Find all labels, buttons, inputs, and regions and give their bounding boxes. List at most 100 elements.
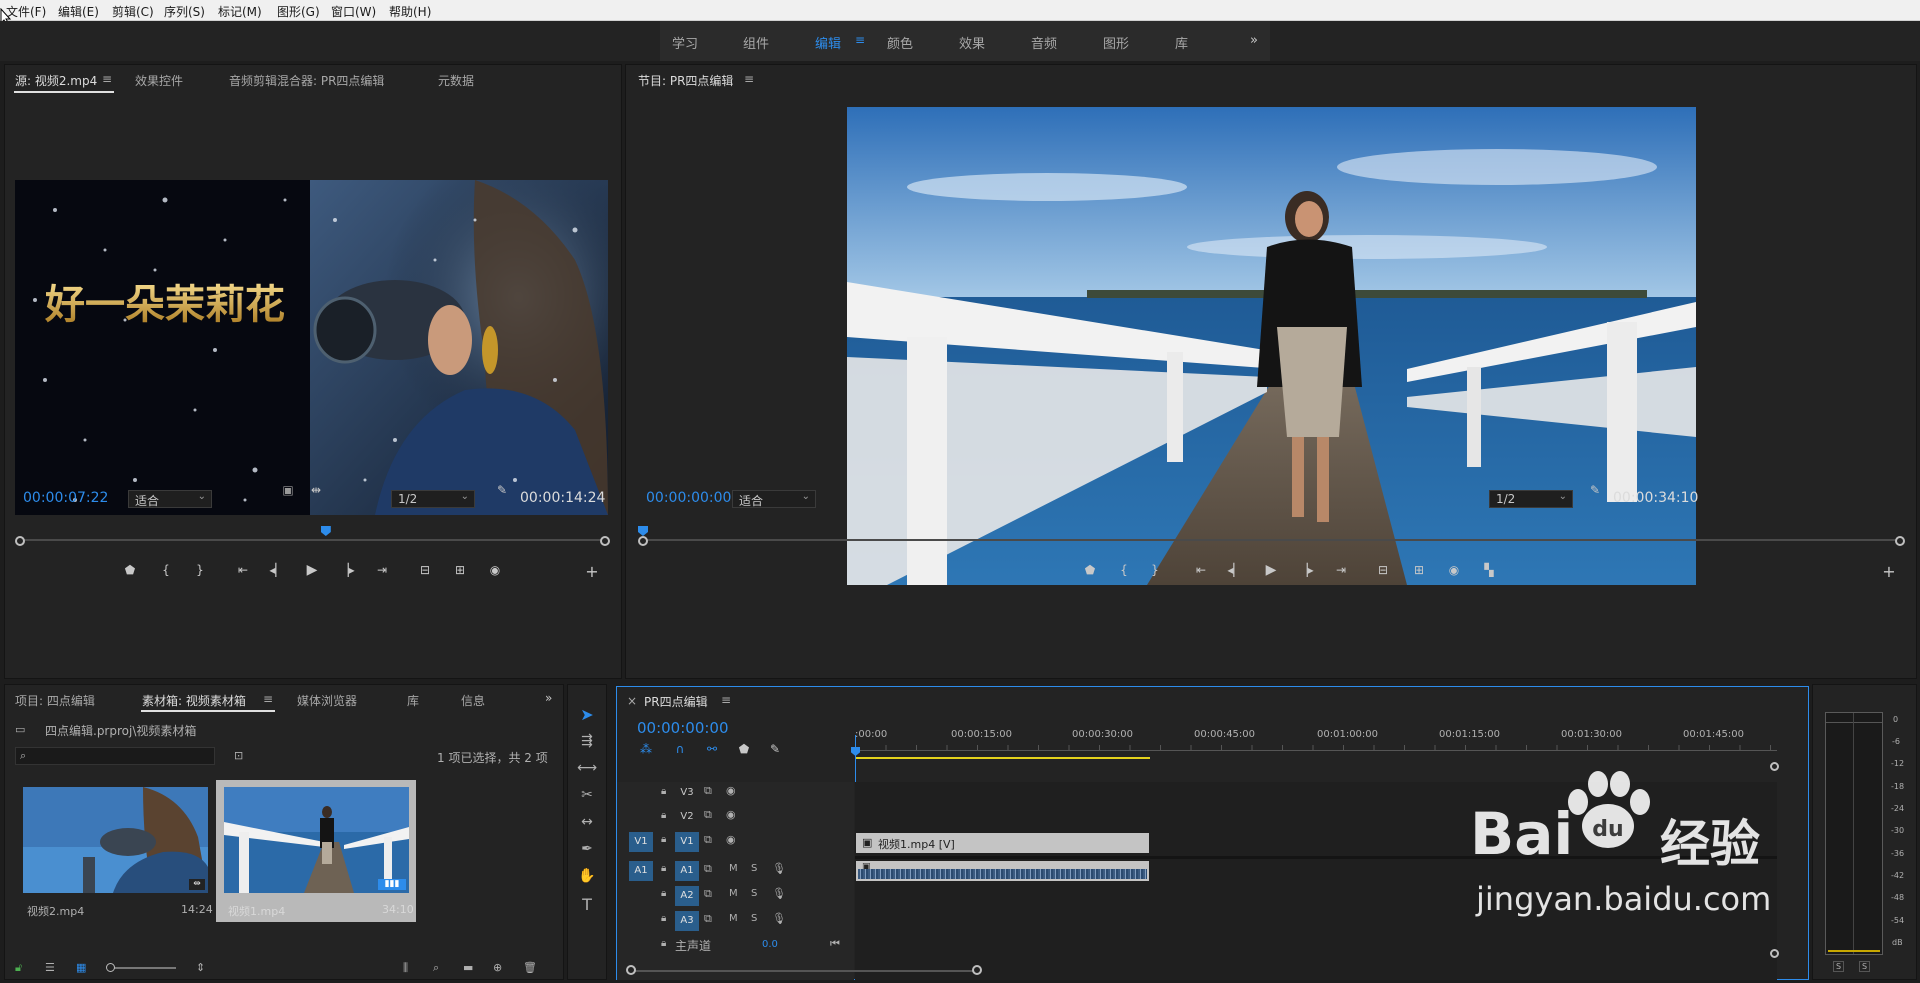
ripple-edit-tool-icon[interactable]: ⟷	[575, 760, 599, 776]
tab-libraries[interactable]: 库	[407, 692, 419, 709]
workspace-libraries[interactable]: 库	[1175, 33, 1188, 52]
source-go-to-in-icon[interactable]: ⇤	[234, 563, 252, 577]
solo-button[interactable]: S	[751, 888, 757, 899]
program-extract-icon[interactable]: ⊞	[1410, 563, 1428, 577]
automate-to-sequence-icon[interactable]: ⫼	[403, 961, 408, 975]
eye-icon[interactable]: ◉	[726, 784, 736, 797]
new-search-bin-icon[interactable]: ⊡	[234, 749, 243, 762]
source-overwrite-icon[interactable]: ⊞	[451, 563, 469, 577]
sort-icons-icon[interactable]: ⇕	[196, 961, 205, 974]
source-insert-type-icon[interactable]: ⇹	[307, 483, 325, 497]
source-timecode-current[interactable]: 00:00:07:22	[23, 490, 108, 506]
timeline-playhead[interactable]	[851, 747, 860, 756]
new-bin-icon[interactable]: ▬	[463, 961, 473, 974]
thumbnail-size-slider[interactable]	[108, 967, 176, 969]
track-target-a2[interactable]: A2	[675, 886, 699, 906]
source-settings-wrench-icon[interactable]: ✎	[493, 483, 511, 497]
source-drop-frame-icon[interactable]: ▣	[279, 483, 297, 497]
horizontal-scrollbar[interactable]	[631, 970, 976, 972]
source-mark-out-icon[interactable]: }	[191, 563, 209, 577]
workspace-color[interactable]: 颜色	[887, 33, 913, 52]
program-step-back-icon[interactable]: ◂▏	[1226, 563, 1244, 577]
timeline-settings-wrench-icon[interactable]: ✎	[766, 742, 784, 756]
new-item-icon[interactable]: ⊕	[493, 961, 502, 974]
lock-icon[interactable]: 🔒︎	[661, 938, 666, 949]
razor-tool-icon[interactable]: ✂	[575, 787, 599, 803]
audio-clip[interactable]: ▣	[856, 861, 1150, 881]
source-step-forward-icon[interactable]: ▕▸	[338, 563, 356, 577]
snap-icon[interactable]: ∩	[671, 742, 689, 756]
timeline-close-icon[interactable]: ×	[627, 694, 637, 708]
workspace-assembly[interactable]: 组件	[743, 33, 769, 52]
source-panel-menu-icon[interactable]: ≡	[102, 72, 112, 86]
program-panel-menu-icon[interactable]: ≡	[744, 72, 754, 86]
mute-button[interactable]: M	[729, 863, 738, 874]
sync-lock-icon[interactable]: ⧉	[704, 784, 712, 798]
hand-tool-icon[interactable]: ✋	[575, 868, 599, 884]
solo-right-button[interactable]: S	[1859, 961, 1871, 972]
program-button-editor-icon[interactable]: +	[1880, 562, 1898, 581]
program-timecode-current[interactable]: 00:00:00:00	[646, 490, 731, 506]
source-patch-a1[interactable]: A1	[629, 861, 653, 881]
find-icon[interactable]: ⌕	[433, 961, 439, 975]
program-playhead[interactable]	[638, 526, 648, 536]
source-zoom-handle-left[interactable]	[15, 536, 25, 546]
program-go-to-out-icon[interactable]: ⇥	[1332, 563, 1350, 577]
program-step-forward-icon[interactable]: ▕▸	[1297, 563, 1315, 577]
lock-icon[interactable]: 🔒︎	[661, 786, 666, 797]
tab-sequence[interactable]: PR四点编辑	[644, 693, 708, 710]
menu-graphics[interactable]: 图形(G)	[277, 3, 320, 20]
program-resolution-select[interactable]: 1/2 ⌄	[1489, 490, 1573, 508]
track-target-v1[interactable]: V1	[675, 832, 699, 852]
menu-file[interactable]: 文件(F)	[6, 3, 46, 20]
write-lock-icon[interactable]: 🔓︎	[15, 961, 22, 975]
horizontal-scroll-handle-left[interactable]	[626, 965, 636, 975]
menu-marker[interactable]: 标记(M)	[218, 3, 262, 20]
video-clip[interactable]: ▣ 视频1.mp4 [V]	[856, 833, 1150, 853]
workspace-editing[interactable]: 编辑	[815, 33, 841, 52]
sync-lock-icon[interactable]: ⧉	[704, 887, 712, 901]
work-area-bar[interactable]	[855, 757, 1151, 759]
vertical-scroll-handle-bottom[interactable]	[1770, 949, 1779, 958]
voice-over-mic-icon[interactable]: 🎙︎	[772, 887, 786, 900]
source-insert-icon[interactable]: ⊟	[416, 563, 434, 577]
tab-effect-controls[interactable]: 效果控件	[135, 72, 183, 89]
source-resolution-select[interactable]: 1/2 ⌄	[391, 490, 475, 508]
menu-edit[interactable]: 编辑(E)	[58, 3, 99, 20]
tab-project[interactable]: 项目: 四点编辑	[15, 692, 95, 709]
type-tool-icon[interactable]: T	[575, 895, 599, 914]
mute-button[interactable]: M	[729, 888, 738, 899]
tab-metadata[interactable]: 元数据	[438, 72, 474, 89]
program-play-icon[interactable]: ▶	[1262, 562, 1280, 578]
solo-button[interactable]: S	[751, 863, 757, 874]
sync-lock-icon[interactable]: ⧉	[704, 833, 712, 847]
eye-icon[interactable]: ◉	[726, 833, 736, 846]
timeline-menu-icon[interactable]: ≡	[721, 693, 731, 707]
slip-tool-icon[interactable]: ↔	[575, 814, 599, 830]
program-compare-icon[interactable]: ▚	[1480, 563, 1498, 577]
source-add-marker-icon[interactable]: ⬟	[121, 563, 139, 577]
source-step-back-icon[interactable]: ◂▏	[268, 563, 286, 577]
program-fit-select[interactable]: 适合 ⌄	[732, 490, 816, 508]
source-playhead[interactable]	[320, 526, 331, 536]
menu-window[interactable]: 窗口(W)	[331, 3, 376, 20]
solo-left-button[interactable]: S	[1833, 961, 1845, 972]
tab-info[interactable]: 信息	[461, 692, 485, 709]
clip-thumbnail[interactable]: ⇹	[23, 787, 208, 893]
bin-panel-menu-icon[interactable]: ≡	[263, 692, 273, 706]
source-time-ruler[interactable]	[19, 539, 609, 541]
program-time-ruler[interactable]	[642, 539, 1902, 541]
sync-lock-icon[interactable]: ⧉	[704, 862, 712, 876]
program-mark-in-icon[interactable]: {	[1115, 563, 1133, 577]
lock-icon[interactable]: 🔒︎	[661, 834, 666, 845]
workspace-menu-icon[interactable]: ≡	[855, 33, 865, 47]
lock-icon[interactable]: 🔒︎	[661, 810, 666, 821]
program-go-to-in-icon[interactable]: ⇤	[1192, 563, 1210, 577]
workspace-learn[interactable]: 学习	[672, 33, 698, 52]
mute-button[interactable]: M	[729, 913, 738, 924]
clip-thumbnail[interactable]: ▮▮▮	[224, 787, 409, 893]
source-fit-select[interactable]: 适合 ⌄	[128, 490, 212, 508]
track-target-a1[interactable]: A1	[675, 861, 699, 881]
bin-search-input[interactable]: ⌕	[15, 747, 215, 765]
tab-audio-clip-mixer[interactable]: 音频剪辑混合器: PR四点编辑	[229, 72, 384, 89]
